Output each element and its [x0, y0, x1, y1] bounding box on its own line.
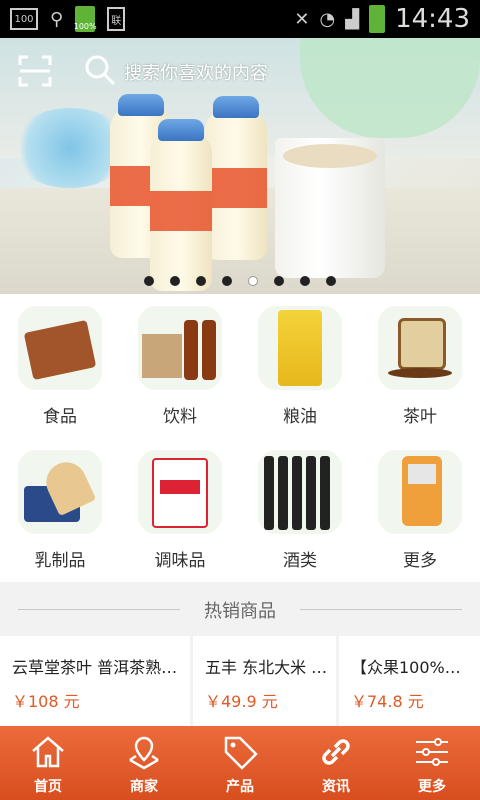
- category-label: 茶叶: [403, 407, 437, 427]
- carousel-dot[interactable]: [300, 276, 310, 286]
- product-name: 【众果100%纯…: [351, 658, 476, 677]
- sim-icon: 联: [107, 7, 126, 31]
- more-thumb: [378, 450, 462, 534]
- category-label: 调味品: [154, 551, 206, 571]
- drink-thumb: [138, 306, 222, 390]
- category-dairy[interactable]: 乳制品: [0, 438, 120, 582]
- banner-bottle: [150, 119, 212, 291]
- seasoning-thumb: [138, 450, 222, 534]
- category-label: 更多: [403, 551, 437, 571]
- tab-label: 更多: [418, 779, 446, 795]
- cell-signal-icon: ▟: [345, 8, 360, 30]
- tab-products[interactable]: 产品: [192, 726, 288, 800]
- category-label: 饮料: [163, 407, 197, 427]
- product-list: 云草堂茶叶 普洱茶熟… ￥108 元 五丰 东北大米 … ￥49.9 元 【众果…: [0, 636, 480, 726]
- usb-icon: ⚲: [50, 8, 64, 30]
- tab-label: 商家: [130, 779, 158, 795]
- search-bar[interactable]: 搜索你喜欢的内容: [0, 50, 480, 90]
- hot-products-title: 热销商品: [204, 601, 276, 622]
- product-price: ￥74.8 元: [351, 692, 424, 711]
- search-icon[interactable]: [84, 54, 116, 86]
- divider: [300, 609, 462, 610]
- category-tea[interactable]: 茶叶: [360, 294, 480, 438]
- category-rice-oil[interactable]: 粮油: [240, 294, 360, 438]
- category-more[interactable]: 更多: [360, 438, 480, 582]
- tab-label: 首页: [34, 779, 62, 795]
- home-icon: [32, 736, 64, 768]
- storage-icon: 100: [10, 8, 38, 30]
- sale-tag-icon: [224, 736, 258, 770]
- carousel-dots: [0, 276, 480, 286]
- no-signal-icon: ✕: [294, 8, 310, 30]
- hot-products-header: 热销商品: [0, 582, 480, 636]
- product-card[interactable]: 五丰 东北大米 … ￥49.9 元: [193, 636, 336, 726]
- category-drink[interactable]: 饮料: [120, 294, 240, 438]
- category-label: 酒类: [283, 551, 317, 571]
- tab-more[interactable]: 更多: [384, 726, 480, 800]
- carousel-dot[interactable]: [274, 276, 284, 286]
- carousel-dot[interactable]: [144, 276, 154, 286]
- scan-icon[interactable]: [18, 54, 52, 88]
- food-thumb: [18, 306, 102, 390]
- category-label: 粮油: [283, 407, 317, 427]
- status-bar: 100 ⚲ 100% 联 ✕ ◔ ▟ 14:43: [0, 0, 480, 38]
- product-name: 五丰 东北大米 …: [205, 658, 328, 677]
- carousel-dot[interactable]: [196, 276, 206, 286]
- tab-label: 资讯: [322, 779, 350, 795]
- tea-thumb: [378, 306, 462, 390]
- carousel-dot[interactable]: [170, 276, 180, 286]
- tab-news[interactable]: 资讯: [288, 726, 384, 800]
- category-seasoning[interactable]: 调味品: [120, 438, 240, 582]
- bottom-tab-bar: 首页 商家 产品 资讯 更多: [0, 726, 480, 800]
- category-label: 乳制品: [34, 551, 86, 571]
- category-grid: 食品 饮料 粮油 茶叶 乳制品 调味品 酒类 更多: [0, 294, 480, 582]
- category-wine[interactable]: 酒类: [240, 438, 360, 582]
- link-icon: [322, 739, 350, 765]
- product-price: ￥108 元: [12, 692, 80, 711]
- wifi-icon: ◔: [319, 8, 336, 30]
- carousel-dot-active[interactable]: [248, 276, 258, 286]
- product-price: ￥49.9 元: [205, 692, 278, 711]
- tab-merchant[interactable]: 商家: [96, 726, 192, 800]
- product-card[interactable]: 云草堂茶叶 普洱茶熟… ￥108 元: [0, 636, 190, 726]
- clock: 14:43: [395, 4, 470, 34]
- tab-home[interactable]: 首页: [0, 726, 96, 800]
- category-label: 食品: [43, 407, 77, 427]
- banner-bottle: [205, 96, 267, 260]
- category-food[interactable]: 食品: [0, 294, 120, 438]
- merchant-icon: [129, 736, 159, 770]
- battery-icon: [369, 5, 386, 33]
- tab-label: 产品: [226, 779, 254, 795]
- wine-thumb: [258, 450, 342, 534]
- rice-thumb: [258, 306, 342, 390]
- carousel-dot[interactable]: [326, 276, 336, 286]
- banner-cup: [275, 138, 385, 278]
- dairy-thumb: [18, 450, 102, 534]
- carousel-dot[interactable]: [222, 276, 232, 286]
- product-card[interactable]: 【众果100%纯… ￥74.8 元: [339, 636, 480, 726]
- sliders-icon: [416, 738, 448, 766]
- search-input[interactable]: 搜索你喜欢的内容: [124, 59, 268, 85]
- product-name: 云草堂茶叶 普洱茶熟…: [12, 658, 178, 677]
- battery-small-icon: 100%: [74, 6, 97, 32]
